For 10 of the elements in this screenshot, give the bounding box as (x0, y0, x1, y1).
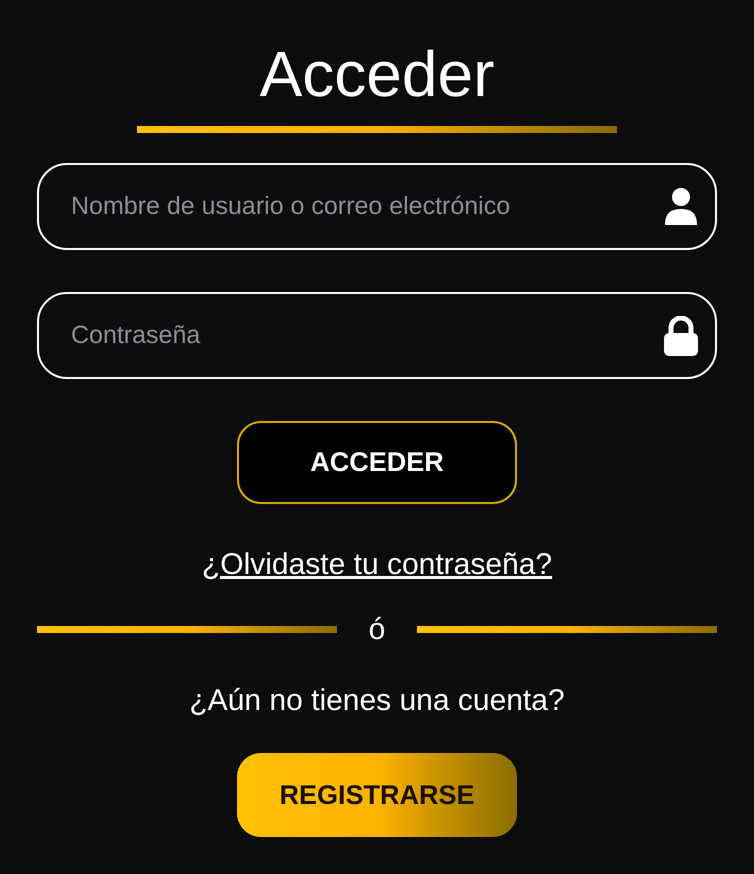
user-icon (663, 187, 699, 227)
input-field[interactable]: Nombre de usuario o correo electrónico (37, 163, 717, 250)
separator-text: ó (368, 612, 386, 648)
signup-button[interactable]: REGISTRARSE (237, 753, 517, 837)
lock-icon (663, 316, 699, 356)
page-title: Acceder (260, 37, 494, 112)
forgot-password-link[interactable]: ¿Olvidaste tu contraseña? (202, 542, 552, 587)
submit-button[interactable]: ACCEDER (237, 421, 517, 504)
signup-prompt: ¿Aún no tienes una cuenta? (189, 683, 565, 719)
input-field[interactable]: Contraseña (37, 292, 717, 379)
